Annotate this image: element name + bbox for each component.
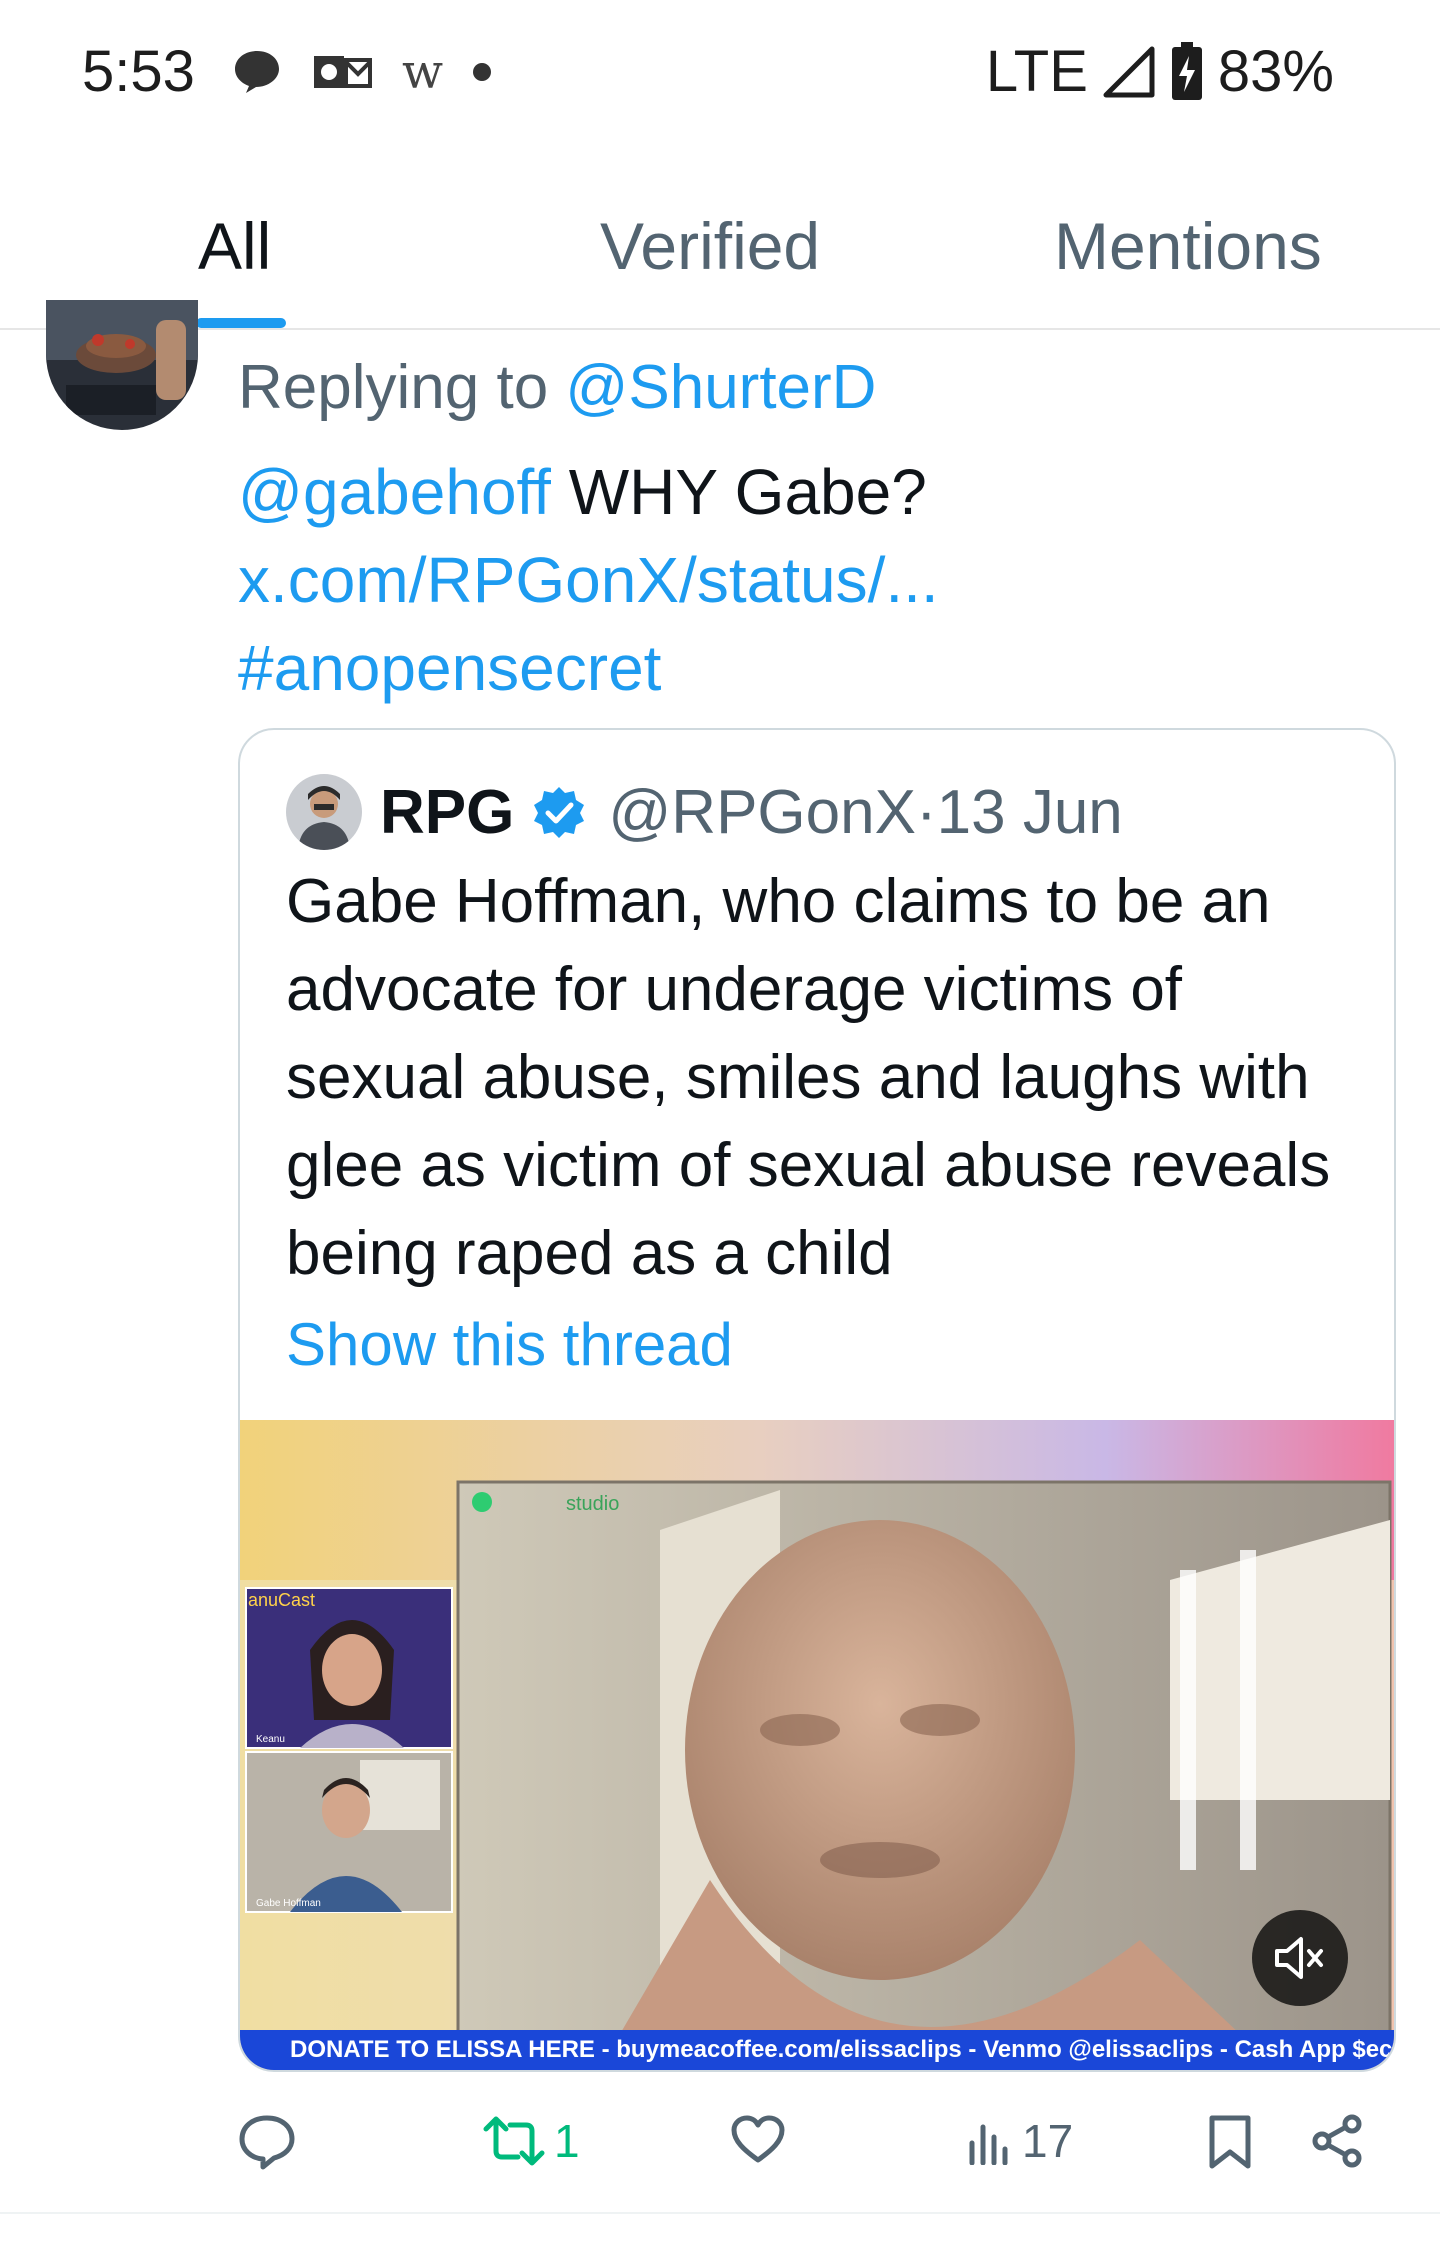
views-chart-icon bbox=[969, 2124, 1008, 2165]
signal-icon bbox=[1103, 46, 1155, 97]
reply-body: WHY Gabe? bbox=[550, 456, 927, 528]
quoted-display-name[interactable]: RPG bbox=[380, 777, 514, 848]
user-avatar[interactable] bbox=[46, 300, 198, 430]
tweet-actions: 1 17 bbox=[0, 2106, 1440, 2186]
views-count: 17 bbox=[1022, 2115, 1074, 2167]
reply-button[interactable] bbox=[238, 2114, 304, 2170]
outlook-icon bbox=[314, 56, 372, 88]
reply-text: @gabehoff WHY Gabe? x.com/RPGonX/status/… bbox=[238, 448, 1388, 712]
verified-badge-icon bbox=[534, 787, 585, 838]
quoted-tweet[interactable]: RPG @RPGonX · 13 Jun Gabe Hoffman, who c… bbox=[238, 728, 1396, 2072]
share-button[interactable] bbox=[1310, 2114, 1364, 2168]
divider bbox=[0, 2212, 1440, 2214]
notification-icons: w bbox=[232, 44, 492, 100]
panel-top-label: Keanu bbox=[256, 1734, 285, 1745]
show-thread-link[interactable]: Show this thread bbox=[286, 1310, 733, 1379]
status-right: LTE 83% bbox=[986, 38, 1334, 105]
status-link[interactable]: x.com/RPGonX/status/... bbox=[238, 544, 939, 616]
battery-percent: 83% bbox=[1217, 39, 1334, 104]
bookmark-button[interactable] bbox=[1208, 2114, 1252, 2170]
battery-charging-icon bbox=[1171, 41, 1202, 100]
cast-label: anuCast bbox=[248, 1590, 315, 1610]
heart-icon bbox=[731, 2115, 785, 2163]
tab-all[interactable]: All bbox=[198, 208, 271, 284]
quoted-tweet-body: Gabe Hoffman, who claims to be an advoca… bbox=[286, 867, 1331, 1288]
hashtag-link[interactable]: #anopensecret bbox=[238, 632, 661, 704]
video-frame: studio anuCast Keanu Gabe Hoffman bbox=[240, 1420, 1394, 2070]
header-separator: · bbox=[915, 777, 937, 847]
quoted-date: 13 Jun bbox=[936, 777, 1123, 847]
replying-prefix: Replying to bbox=[238, 353, 566, 422]
network-label: LTE bbox=[985, 39, 1088, 104]
w-icon: w bbox=[402, 44, 444, 100]
quoted-tweet-header: RPG @RPGonX · 13 Jun bbox=[286, 770, 1123, 854]
notification-tabs: All Verified Mentions bbox=[0, 170, 1440, 330]
reply-icon bbox=[239, 2115, 295, 2170]
replying-handle-link[interactable]: @ShurterD bbox=[565, 353, 876, 422]
status-time: 5:53 bbox=[82, 39, 195, 104]
donate-banner: DONATE TO ELISSA HERE - buymeacoffee.com… bbox=[240, 2030, 1394, 2070]
views-button[interactable]: 17 bbox=[966, 2114, 1073, 2168]
repost-icon bbox=[483, 2116, 545, 2166]
like-button[interactable] bbox=[730, 2114, 794, 2164]
bookmark-icon bbox=[1209, 2115, 1251, 2169]
dot-icon bbox=[473, 63, 492, 81]
mention-link[interactable]: @gabehoff bbox=[238, 456, 551, 528]
share-icon bbox=[1312, 2114, 1362, 2168]
mute-button[interactable] bbox=[1252, 1910, 1348, 2006]
repost-count: 1 bbox=[554, 2115, 580, 2167]
active-tab-indicator bbox=[196, 318, 286, 328]
repost-button[interactable]: 1 bbox=[482, 2114, 580, 2168]
panel-bottom-label: Gabe Hoffman bbox=[256, 1898, 321, 1909]
tab-mentions[interactable]: Mentions bbox=[1054, 208, 1322, 284]
tab-verified[interactable]: Verified bbox=[600, 208, 820, 284]
chat-bubble-icon bbox=[235, 51, 279, 93]
replying-to: Replying to @ShurterD bbox=[238, 352, 876, 423]
quoted-avatar[interactable] bbox=[286, 774, 362, 850]
status-bar: 5:53 w LTE 83% bbox=[0, 0, 1440, 150]
studio-label: studio bbox=[566, 1493, 619, 1515]
quoted-handle: @RPGonX bbox=[608, 777, 916, 847]
volume-muted-icon bbox=[1275, 1937, 1323, 1979]
video-player[interactable]: studio anuCast Keanu Gabe Hoffman DONATE bbox=[240, 1420, 1394, 2070]
